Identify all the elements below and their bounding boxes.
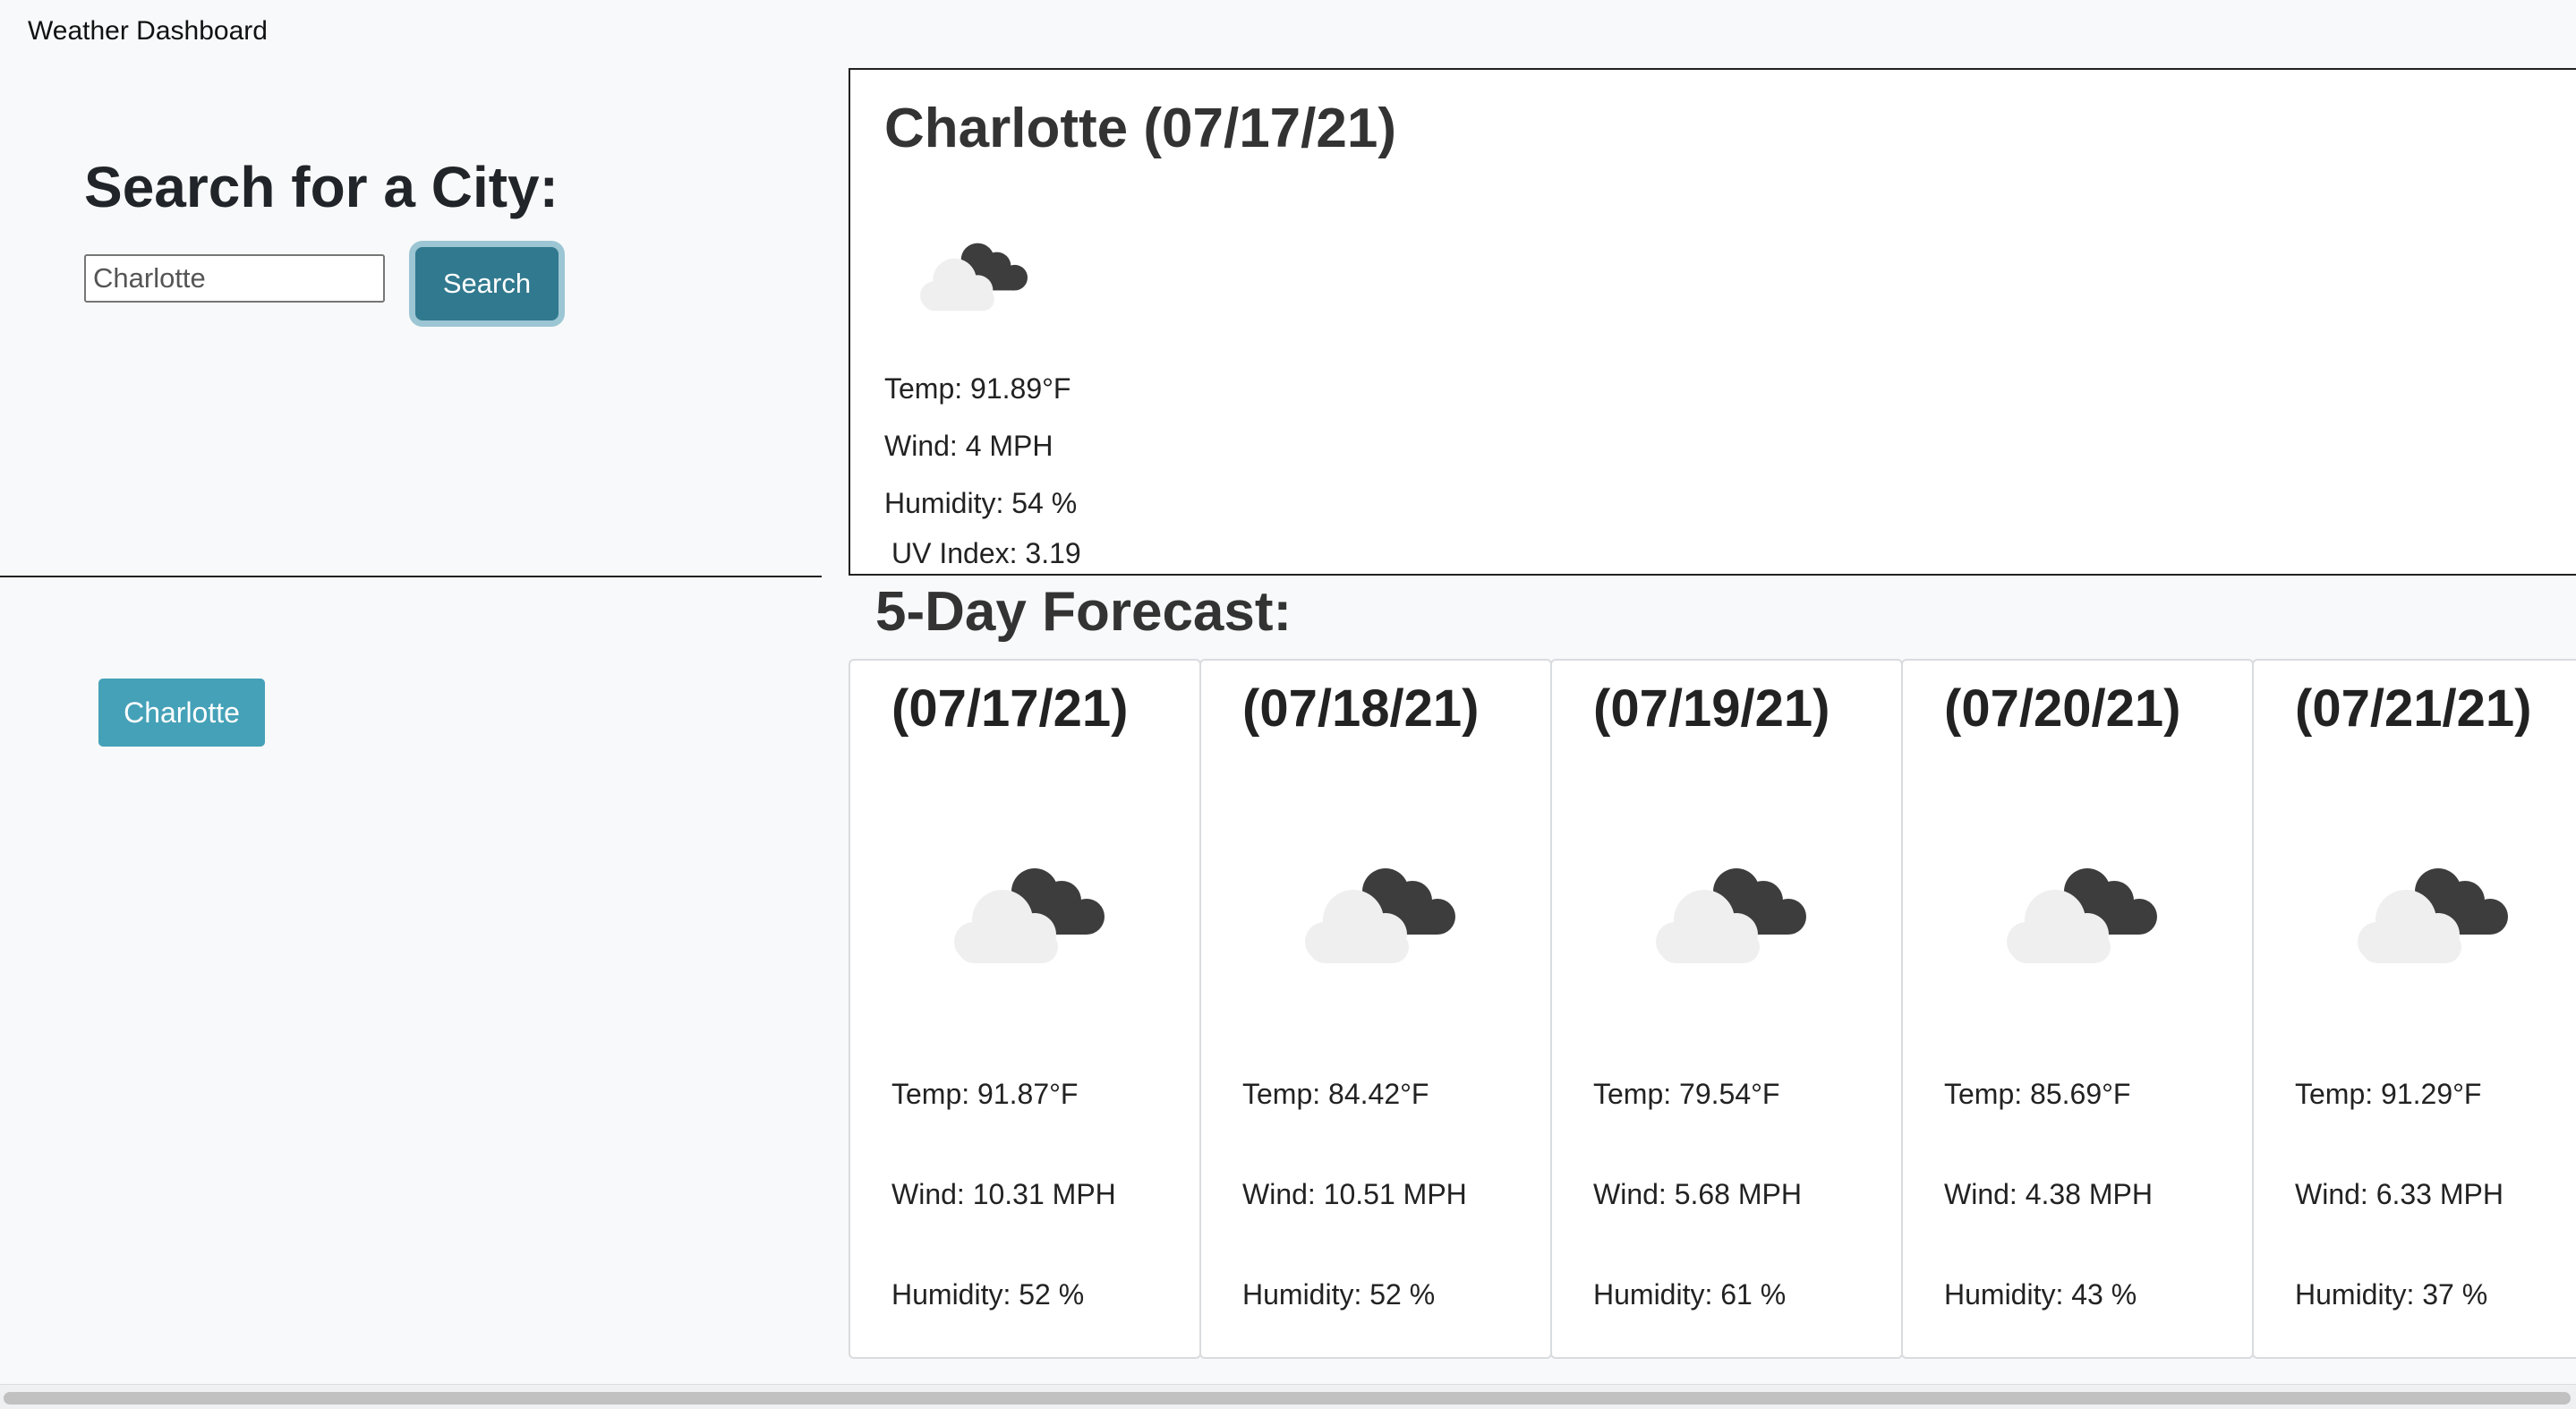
broken-clouds-icon bbox=[1305, 868, 1455, 963]
current-weather-card: Charlotte (07/17/21) Temp: 91.89°F Wind:… bbox=[849, 68, 2576, 576]
search-button[interactable]: Search bbox=[415, 247, 559, 320]
broken-clouds-icon bbox=[954, 868, 1105, 963]
forecast-date: (07/21/21) bbox=[2295, 679, 2532, 738]
forecast-wind: Wind: 6.33 MPH bbox=[2295, 1178, 2503, 1210]
horizontal-scrollbar-thumb[interactable] bbox=[4, 1392, 2571, 1405]
broken-clouds-icon bbox=[920, 243, 1028, 312]
current-city-title: Charlotte (07/17/21) bbox=[884, 98, 1396, 159]
current-temp: Temp: 91.89°F bbox=[884, 372, 1071, 405]
app-title: Weather Dashboard bbox=[28, 16, 268, 46]
city-search-input[interactable] bbox=[84, 254, 385, 303]
broken-clouds-icon bbox=[1656, 868, 1806, 963]
forecast-humidity: Humidity: 61 % bbox=[1593, 1278, 1787, 1311]
forecast-heading: 5-Day Forecast: bbox=[875, 581, 1292, 643]
current-uv-index: UV Index: 3.19 bbox=[891, 537, 1081, 569]
forecast-temp: Temp: 91.29°F bbox=[2295, 1078, 2482, 1110]
broken-clouds-icon bbox=[2007, 868, 2157, 963]
forecast-card: (07/19/21) Temp: 79.54°F Wind: 5.68 MPH … bbox=[1550, 659, 1903, 1359]
forecast-humidity: Humidity: 52 % bbox=[891, 1278, 1085, 1311]
weather-dashboard-page: Weather Dashboard Search for a City: Sea… bbox=[0, 0, 2576, 1409]
forecast-card: (07/18/21) Temp: 84.42°F Wind: 10.51 MPH… bbox=[1199, 659, 1552, 1359]
history-city-button[interactable]: Charlotte bbox=[98, 679, 265, 747]
forecast-date: (07/20/21) bbox=[1944, 679, 2181, 738]
forecast-card: (07/17/21) Temp: 91.87°F Wind: 10.31 MPH… bbox=[849, 659, 1201, 1359]
forecast-wind: Wind: 4.38 MPH bbox=[1944, 1178, 2153, 1210]
forecast-temp: Temp: 85.69°F bbox=[1944, 1078, 2131, 1110]
forecast-wind: Wind: 10.51 MPH bbox=[1242, 1178, 1467, 1210]
forecast-humidity: Humidity: 52 % bbox=[1242, 1278, 1436, 1311]
forecast-card: (07/21/21) Temp: 91.29°F Wind: 6.33 MPH … bbox=[2252, 659, 2576, 1359]
forecast-humidity: Humidity: 37 % bbox=[2295, 1278, 2488, 1311]
forecast-temp: Temp: 79.54°F bbox=[1593, 1078, 1780, 1110]
forecast-wind: Wind: 5.68 MPH bbox=[1593, 1178, 1802, 1210]
broken-clouds-icon bbox=[2358, 868, 2508, 963]
forecast-wind: Wind: 10.31 MPH bbox=[891, 1178, 1116, 1210]
current-wind: Wind: 4 MPH bbox=[884, 430, 1053, 462]
search-heading: Search for a City: bbox=[84, 155, 559, 219]
forecast-date: (07/18/21) bbox=[1242, 679, 1480, 738]
forecast-date: (07/19/21) bbox=[1593, 679, 1830, 738]
forecast-temp: Temp: 84.42°F bbox=[1242, 1078, 1429, 1110]
current-humidity: Humidity: 54 % bbox=[884, 487, 1078, 519]
forecast-card: (07/20/21) Temp: 85.69°F Wind: 4.38 MPH … bbox=[1901, 659, 2254, 1359]
forecast-temp: Temp: 91.87°F bbox=[891, 1078, 1079, 1110]
forecast-humidity: Humidity: 43 % bbox=[1944, 1278, 2137, 1311]
horizontal-scrollbar[interactable] bbox=[0, 1384, 2576, 1409]
sidebar-divider bbox=[0, 576, 822, 577]
forecast-date: (07/17/21) bbox=[891, 679, 1129, 738]
